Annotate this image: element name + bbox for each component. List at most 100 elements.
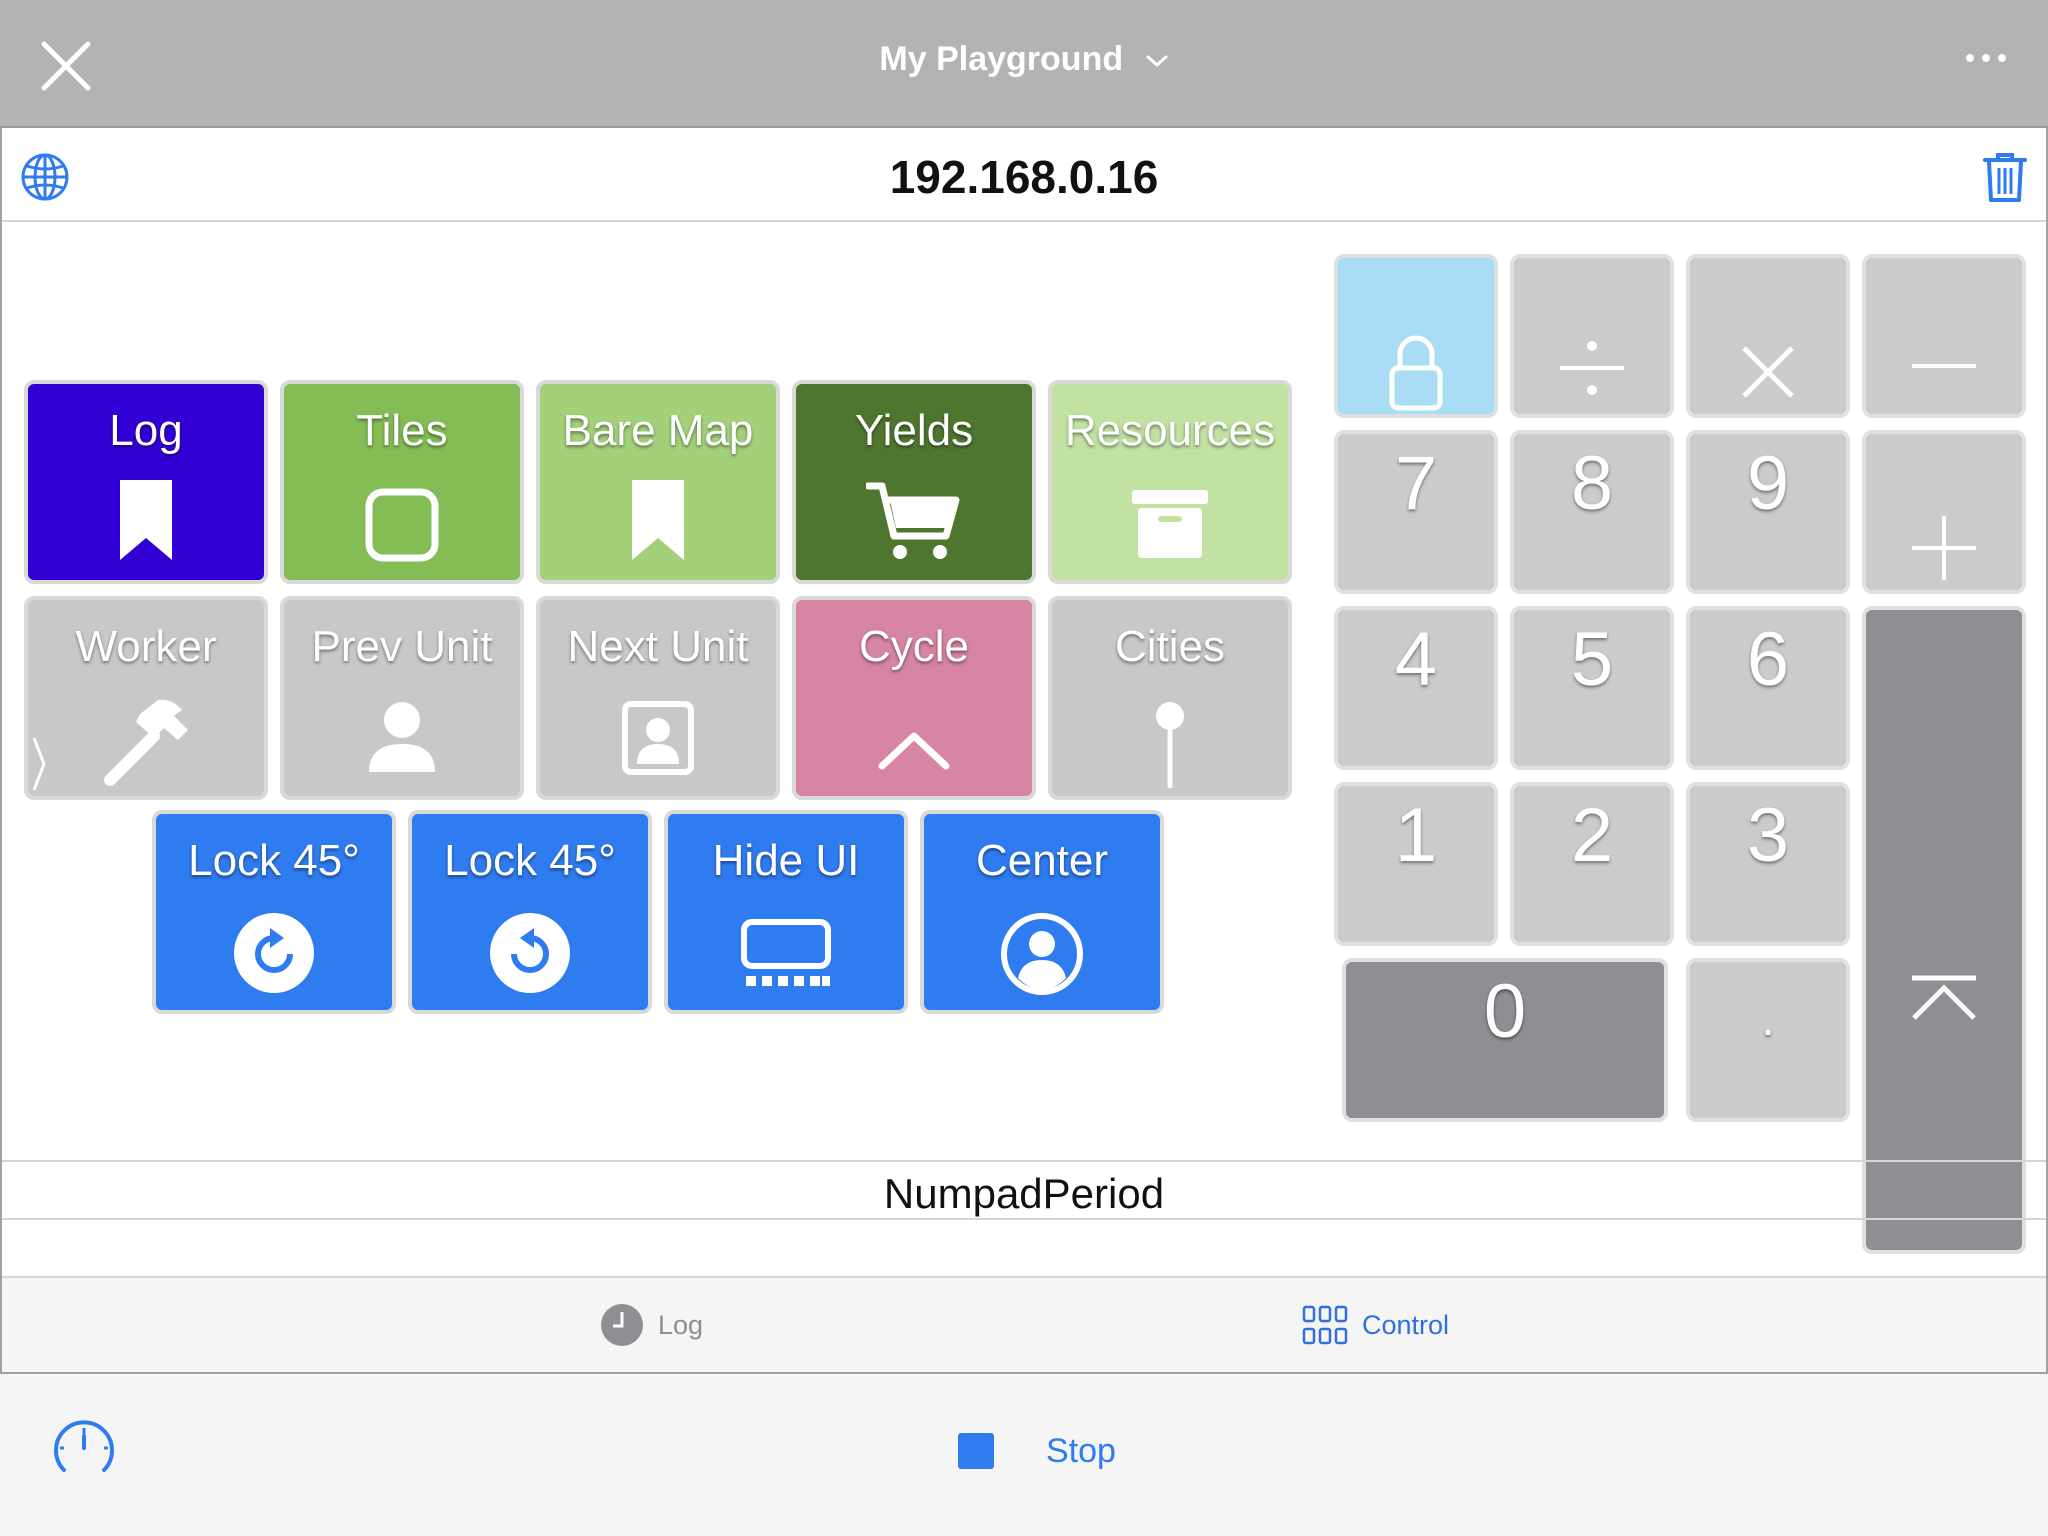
key-label: 7 (1394, 441, 1438, 526)
numpad-key-0[interactable]: 0 (1342, 958, 1668, 1122)
divide-icon (1560, 341, 1624, 395)
tile-label: Tiles (356, 406, 448, 455)
rotate-ccw-icon (490, 913, 570, 993)
numpad-key-8[interactable]: 8 (1510, 430, 1674, 594)
clock-icon (601, 1304, 643, 1346)
stop-button[interactable]: Stop (958, 1426, 1116, 1476)
tile-label: Cities (1114, 622, 1226, 671)
cart-icon (866, 482, 960, 559)
navigation-bar: My Playground (0, 0, 2048, 128)
tile-lock-45-ccw[interactable]: Lock 45° (408, 810, 652, 1014)
tab-label: Log (658, 1309, 704, 1340)
multiply-icon (1742, 346, 1794, 398)
tile-lock-45-cw[interactable]: Lock 45° (152, 810, 396, 1014)
key-label: 2 (1570, 793, 1614, 878)
numpad-key-5[interactable]: 5 (1510, 606, 1674, 770)
numpad-key-3[interactable]: 3 (1686, 782, 1850, 946)
numpad-enter-key[interactable] (1862, 606, 2026, 1254)
numpad-key-period[interactable]: . (1686, 958, 1850, 1122)
numpad-key-6[interactable]: 6 (1686, 606, 1850, 770)
hammer-icon (104, 699, 188, 786)
key-label: 9 (1746, 441, 1790, 526)
numpad-key-4[interactable]: 4 (1334, 606, 1498, 770)
archive-box-icon (1132, 490, 1208, 558)
keyboard-icon (741, 919, 831, 986)
more-options-icon[interactable] (1964, 48, 2008, 68)
ip-address: 192.168.0.16 (889, 151, 1159, 203)
minus-icon (1912, 364, 1976, 368)
bookmark-icon (120, 480, 172, 560)
tab-log[interactable]: Log (600, 1300, 703, 1350)
person-square-icon (622, 701, 694, 775)
pin-icon (1156, 702, 1184, 789)
rotate-cw-icon (234, 913, 314, 993)
chevron-up-icon (878, 732, 950, 770)
tile-label: Cycle (858, 622, 970, 671)
tile-label: Hide UI (712, 836, 860, 885)
numpad-minus-key[interactable] (1862, 254, 2026, 418)
tile-resources[interactable]: Resources (1048, 380, 1292, 584)
numpad-divide-key[interactable] (1510, 254, 1674, 418)
tile-label: Bare Map (562, 406, 754, 455)
square-icon (365, 488, 439, 562)
tile-worker[interactable]: Worker (24, 596, 268, 800)
tile-label: Log (109, 406, 183, 455)
last-key-status: NumpadPeriod (2, 1160, 2046, 1220)
tile-label: Yields (854, 406, 974, 455)
plus-icon (1912, 516, 1976, 580)
tab-bar: Log Control (2, 1276, 2046, 1374)
playground-title-menu[interactable]: My Playground (0, 40, 2048, 79)
key-label: 1 (1394, 793, 1438, 878)
tile-bare-map[interactable]: Bare Map (536, 380, 780, 584)
numpad-key-9[interactable]: 9 (1686, 430, 1850, 594)
trash-icon[interactable] (1982, 150, 2028, 204)
bottom-toolbar: Stop (0, 1376, 2048, 1536)
numpad-plus-key[interactable] (1862, 430, 2026, 594)
tile-center[interactable]: Center (920, 810, 1164, 1014)
tile-cycle[interactable]: Cycle (792, 596, 1036, 800)
tab-control[interactable]: Control (1302, 1300, 1449, 1350)
stop-icon (958, 1433, 994, 1469)
speedometer-icon[interactable] (52, 1420, 116, 1476)
tile-cities[interactable]: Cities (1048, 596, 1292, 800)
key-label: 8 (1570, 441, 1614, 526)
numpad-key-2[interactable]: 2 (1510, 782, 1674, 946)
lock-icon (1389, 335, 1443, 411)
main-panel: 192.168.0.16 Log Tiles Bare Map Yields R… (0, 128, 2048, 1374)
tile-label: Worker (75, 622, 217, 671)
address-bar: 192.168.0.16 (2, 128, 2046, 222)
bookmark-icon (632, 480, 684, 560)
tile-label: Lock 45° (444, 836, 616, 885)
tile-tiles[interactable]: Tiles (280, 380, 524, 584)
key-label: 6 (1746, 617, 1790, 702)
numpad-multiply-key[interactable] (1686, 254, 1850, 418)
key-label: 5 (1570, 617, 1614, 702)
tile-next-unit[interactable]: Next Unit (536, 596, 780, 800)
tile-yields[interactable]: Yields (792, 380, 1036, 584)
tile-label: Resources (1064, 406, 1276, 455)
key-label: 3 (1746, 793, 1790, 878)
numpad-lock-key[interactable] (1334, 254, 1498, 418)
numpad-key-7[interactable]: 7 (1334, 430, 1498, 594)
tile-prev-unit[interactable]: Prev Unit (280, 596, 524, 800)
key-label: 4 (1394, 617, 1438, 702)
tile-label: Center (975, 836, 1109, 885)
tile-log[interactable]: Log (24, 380, 268, 584)
tile-label: Prev Unit (311, 622, 493, 671)
person-icon (369, 702, 435, 772)
enter-arrow-icon (1912, 975, 1976, 1020)
person-circle-icon (1001, 913, 1083, 995)
stop-label: Stop (1046, 1431, 1116, 1470)
grid-icon (1302, 1305, 1348, 1345)
chevron-down-icon (1146, 55, 1168, 67)
key-label: . (1761, 993, 1775, 1046)
tile-hide-ui[interactable]: Hide UI (664, 810, 908, 1014)
tab-label: Control (1362, 1309, 1450, 1340)
numpad-key-1[interactable]: 1 (1334, 782, 1498, 946)
chevron-right-icon (32, 737, 46, 791)
status-text: NumpadPeriod (883, 1170, 1165, 1217)
tile-label: Next Unit (567, 622, 749, 671)
tile-label: Lock 45° (188, 836, 360, 885)
page-title: My Playground (879, 40, 1124, 78)
key-label: 0 (1483, 969, 1527, 1054)
